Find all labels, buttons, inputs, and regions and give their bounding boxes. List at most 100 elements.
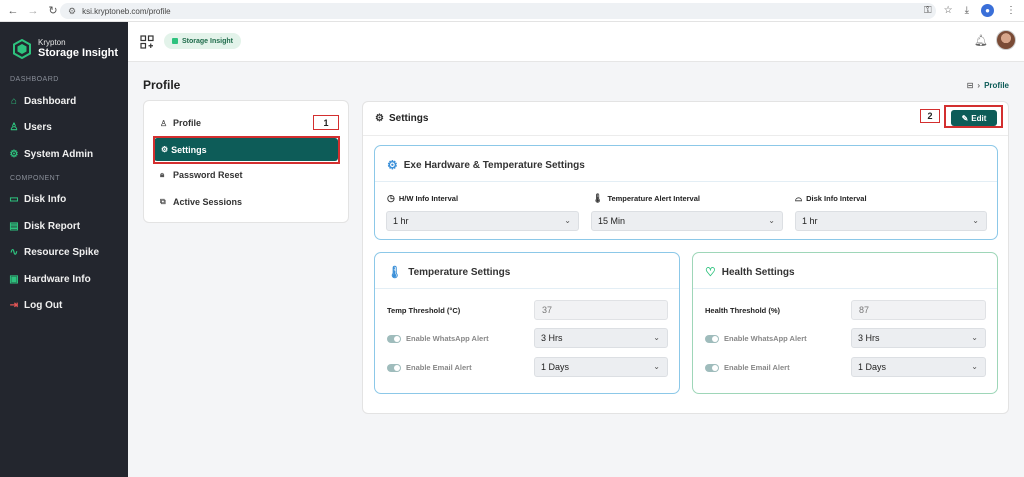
health-email-select[interactable]: 1 Days ⌄ bbox=[851, 357, 986, 377]
bell-icon[interactable]: 🔔︎ bbox=[974, 34, 988, 47]
browser-toolbar: ← → ↻ ⚙ ksi.kryptoneb.com/profile ⚿ ☆ ⤓ … bbox=[0, 0, 1024, 22]
lock-icon: 🔒︎ bbox=[160, 170, 165, 179]
health-threshold-input[interactable]: 87 bbox=[851, 300, 986, 320]
temperature-panel-title: 🌡︎ Temperature Settings bbox=[387, 265, 510, 279]
sidebar-item-label: Users bbox=[24, 121, 52, 133]
settings-title-text: Settings bbox=[388, 113, 429, 124]
browser-actions: ⚿ ☆ ⤓ ● ⋮ bbox=[924, 4, 1016, 17]
toggle-switch[interactable] bbox=[705, 334, 719, 343]
sidebar-item-label: Disk Report bbox=[24, 220, 81, 232]
temperature-settings-panel: 🌡︎ Temperature Settings Temp Threshold (… bbox=[374, 252, 680, 394]
temperature-panel-title-text: Temperature Settings bbox=[408, 266, 511, 278]
address-bar[interactable]: ⚙ ksi.kryptoneb.com/profile bbox=[60, 3, 936, 19]
sidebar-item-disk-report[interactable]: ▤ Disk Report bbox=[8, 217, 120, 235]
hexagon-logo-icon bbox=[13, 38, 31, 59]
settings-icon: ⚙ bbox=[9, 148, 19, 160]
home-icon: ⌂ bbox=[10, 95, 18, 107]
temp-email-value: 1 Days bbox=[541, 362, 570, 372]
menu-item-profile[interactable]: ♙ Profile bbox=[160, 116, 201, 130]
page-title: Profile bbox=[143, 78, 181, 92]
menu-item-label: Password Reset bbox=[173, 170, 243, 180]
chevron-down-icon: ⌄ bbox=[972, 216, 979, 225]
health-threshold-label: Health Threshold (%) bbox=[705, 306, 781, 315]
annotation-box-1 bbox=[153, 136, 340, 164]
breadcrumb-current: Profile bbox=[984, 81, 1009, 90]
health-settings-panel: ♡ Health Settings Health Threshold (%) 8… bbox=[692, 252, 998, 394]
arrow-left-icon[interactable]: ← bbox=[6, 4, 20, 18]
section-dashboard: DASHBOARD bbox=[10, 76, 59, 83]
temp-interval-select[interactable]: 15 Min ⌄ bbox=[591, 211, 783, 231]
temp-email-toggle-row: Enable Email Alert bbox=[387, 363, 472, 372]
settings-icon: ⚙ bbox=[375, 113, 384, 124]
arrow-right-icon[interactable]: → bbox=[26, 4, 40, 18]
annotation-box-2 bbox=[944, 105, 1003, 128]
temp-interval-label: 🌡︎ Temperature Alert Interval bbox=[592, 193, 700, 204]
temp-whatsapp-select[interactable]: 3 Hrs ⌄ bbox=[534, 328, 668, 348]
hardware-settings-panel: ⚙ Exe Hardware & Temperature Settings ◷ … bbox=[374, 145, 998, 240]
temp-email-select[interactable]: 1 Days ⌄ bbox=[534, 357, 668, 377]
chevron-down-icon: ⌄ bbox=[564, 216, 571, 225]
toggle-switch[interactable] bbox=[387, 334, 401, 343]
breadcrumb-home-icon[interactable]: ⊟ bbox=[967, 81, 974, 90]
top-header: Storage Insight 🔔︎ bbox=[128, 22, 1024, 62]
sidebar-item-hardware-info[interactable]: ▣ Hardware Info bbox=[8, 270, 120, 288]
sidebar-item-log-out[interactable]: ⇥ Log Out bbox=[8, 296, 120, 314]
sidebar-item-users[interactable]: ♙ Users bbox=[8, 118, 120, 136]
health-email-toggle-row: Enable Email Alert bbox=[705, 363, 790, 372]
app-chip-label: Storage Insight bbox=[182, 37, 233, 45]
disk-interval-value: 1 hr bbox=[802, 216, 818, 226]
sidebar-item-disk-info[interactable]: ▭ Disk Info bbox=[8, 190, 120, 208]
disk-interval-select[interactable]: 1 hr ⌄ bbox=[795, 211, 987, 231]
hw-interval-label-text: H/W Info Interval bbox=[398, 194, 459, 203]
thermometer-icon: 🌡︎ bbox=[387, 265, 403, 279]
report-icon: ▤ bbox=[9, 220, 19, 232]
menu-item-label: Active Sessions bbox=[173, 197, 243, 207]
temp-threshold-label: Temp Threshold (°C) bbox=[387, 306, 461, 315]
menu-item-password-reset[interactable]: 🔒︎ Password Reset bbox=[160, 168, 243, 182]
more-icon[interactable]: ⋮ bbox=[1006, 5, 1016, 16]
menu-item-label: Profile bbox=[173, 118, 202, 128]
temp-whatsapp-toggle-row: Enable WhatsApp Alert bbox=[387, 334, 489, 343]
app-chip-icon bbox=[172, 38, 178, 44]
download-icon[interactable]: ⤓ bbox=[965, 5, 969, 16]
account-icon[interactable]: ● bbox=[981, 4, 994, 17]
temp-threshold-input[interactable]: 37 bbox=[534, 300, 668, 320]
star-icon[interactable]: ☆ bbox=[944, 5, 953, 16]
health-whatsapp-select[interactable]: 3 Hrs ⌄ bbox=[851, 328, 986, 348]
health-whatsapp-value: 3 Hrs bbox=[858, 333, 880, 343]
url-text: ksi.kryptoneb.com/profile bbox=[82, 6, 171, 16]
menu-item-active-sessions[interactable]: ⧉ Active Sessions bbox=[160, 195, 242, 209]
sidebar-item-label: Dashboard bbox=[24, 95, 77, 107]
disk-icon: ▭ bbox=[9, 193, 19, 205]
clock-icon: ◷ bbox=[387, 193, 395, 203]
sessions-icon: ⧉ bbox=[160, 197, 166, 206]
sidebar-item-system-admin[interactable]: ⚙ System Admin bbox=[8, 145, 120, 163]
hw-interval-select[interactable]: 1 hr ⌄ bbox=[386, 211, 579, 231]
temp-interval-value: 15 Min bbox=[598, 216, 626, 226]
pulse-icon: ∿ bbox=[9, 246, 19, 258]
app-chip[interactable]: Storage Insight bbox=[164, 33, 241, 49]
toggle-switch[interactable] bbox=[387, 363, 401, 372]
chevron-down-icon: ⌄ bbox=[768, 216, 775, 225]
temp-whatsapp-label: Enable WhatsApp Alert bbox=[406, 334, 489, 343]
settings-card: ⚙ Settings ✎ Edit ⚙ Exe Hardware & Tempe… bbox=[362, 101, 1009, 414]
app-grid-icon[interactable] bbox=[140, 35, 154, 49]
sidebar-item-dashboard[interactable]: ⌂ Dashboard bbox=[8, 92, 120, 110]
toggle-switch[interactable] bbox=[705, 363, 719, 372]
brand-logo[interactable]: Krypton Storage Insight bbox=[12, 38, 118, 59]
temp-interval-label-text: Temperature Alert Interval bbox=[607, 194, 700, 203]
hardware-panel-title: ⚙ Exe Hardware & Temperature Settings bbox=[387, 158, 585, 172]
reload-icon[interactable]: ↻ bbox=[46, 4, 60, 18]
chevron-down-icon: ⌄ bbox=[971, 362, 978, 371]
avatar[interactable] bbox=[996, 30, 1016, 50]
hard-drive-icon: ⌓ bbox=[795, 193, 803, 203]
site-info-icon[interactable]: ⚙ bbox=[68, 6, 76, 17]
disk-interval-label-text: Disk Info Interval bbox=[806, 194, 867, 203]
thermometer-icon: 🌡︎ bbox=[592, 193, 604, 203]
sidebar-item-resource-spike[interactable]: ∿ Resource Spike bbox=[8, 243, 120, 261]
gear-icon: ⚙ bbox=[387, 158, 398, 172]
key-icon[interactable]: ⚿ bbox=[924, 5, 932, 16]
health-email-value: 1 Days bbox=[858, 362, 887, 372]
health-panel-title-text: Health Settings bbox=[721, 266, 795, 278]
brand-line1: Krypton bbox=[38, 38, 66, 47]
